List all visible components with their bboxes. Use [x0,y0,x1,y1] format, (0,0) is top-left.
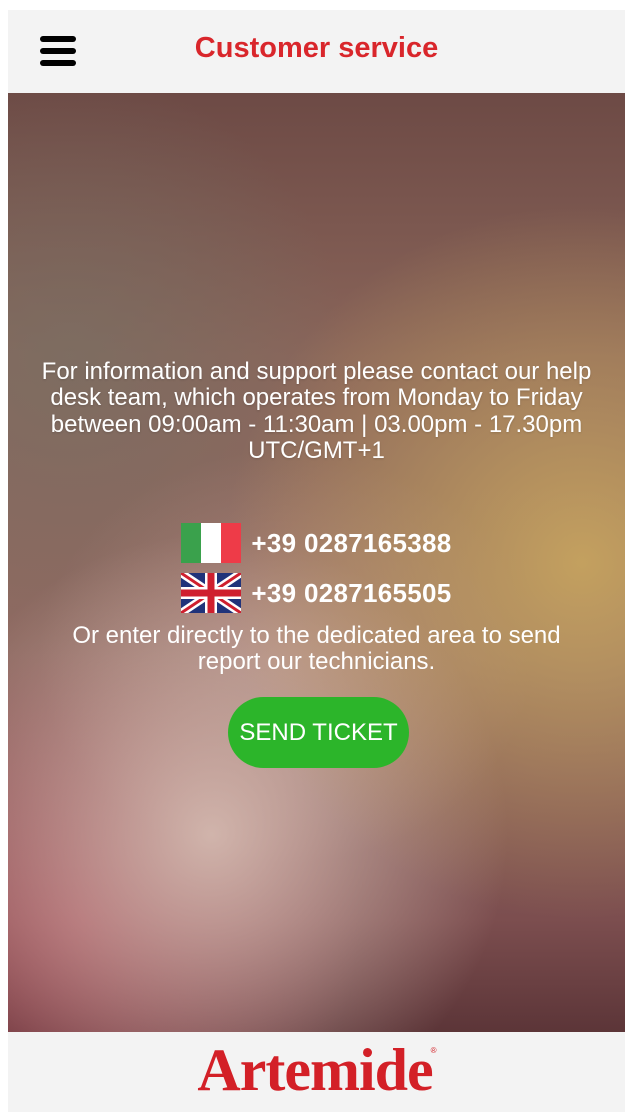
italy-flag-icon [181,523,242,563]
registered-mark: ® [430,1046,437,1055]
ticket-info-text: Or enter directly to the dedicated area … [72,622,561,676]
content-background: For information and support please conta… [8,93,625,1032]
uk-flag-icon [181,573,242,613]
footer-bar: Artemide® [8,1032,625,1112]
phone-row-uk[interactable]: +39 0287165505 [8,573,625,613]
support-info-text: For information and support please conta… [41,358,592,465]
app-frame: Customer service For information and sup… [8,10,625,1112]
send-ticket-button[interactable]: SEND TICKET [228,697,409,768]
page-title: Customer service [194,32,439,64]
artemide-logo: Artemide® [8,1036,625,1105]
phone-row-italy[interactable]: +39 0287165388 [8,523,625,563]
phone-number-uk[interactable]: +39 0287165505 [251,578,451,609]
logo-text: Artemide [197,1037,433,1103]
top-bar: Customer service [8,10,625,93]
phone-number-italy[interactable]: +39 0287165388 [251,528,451,559]
